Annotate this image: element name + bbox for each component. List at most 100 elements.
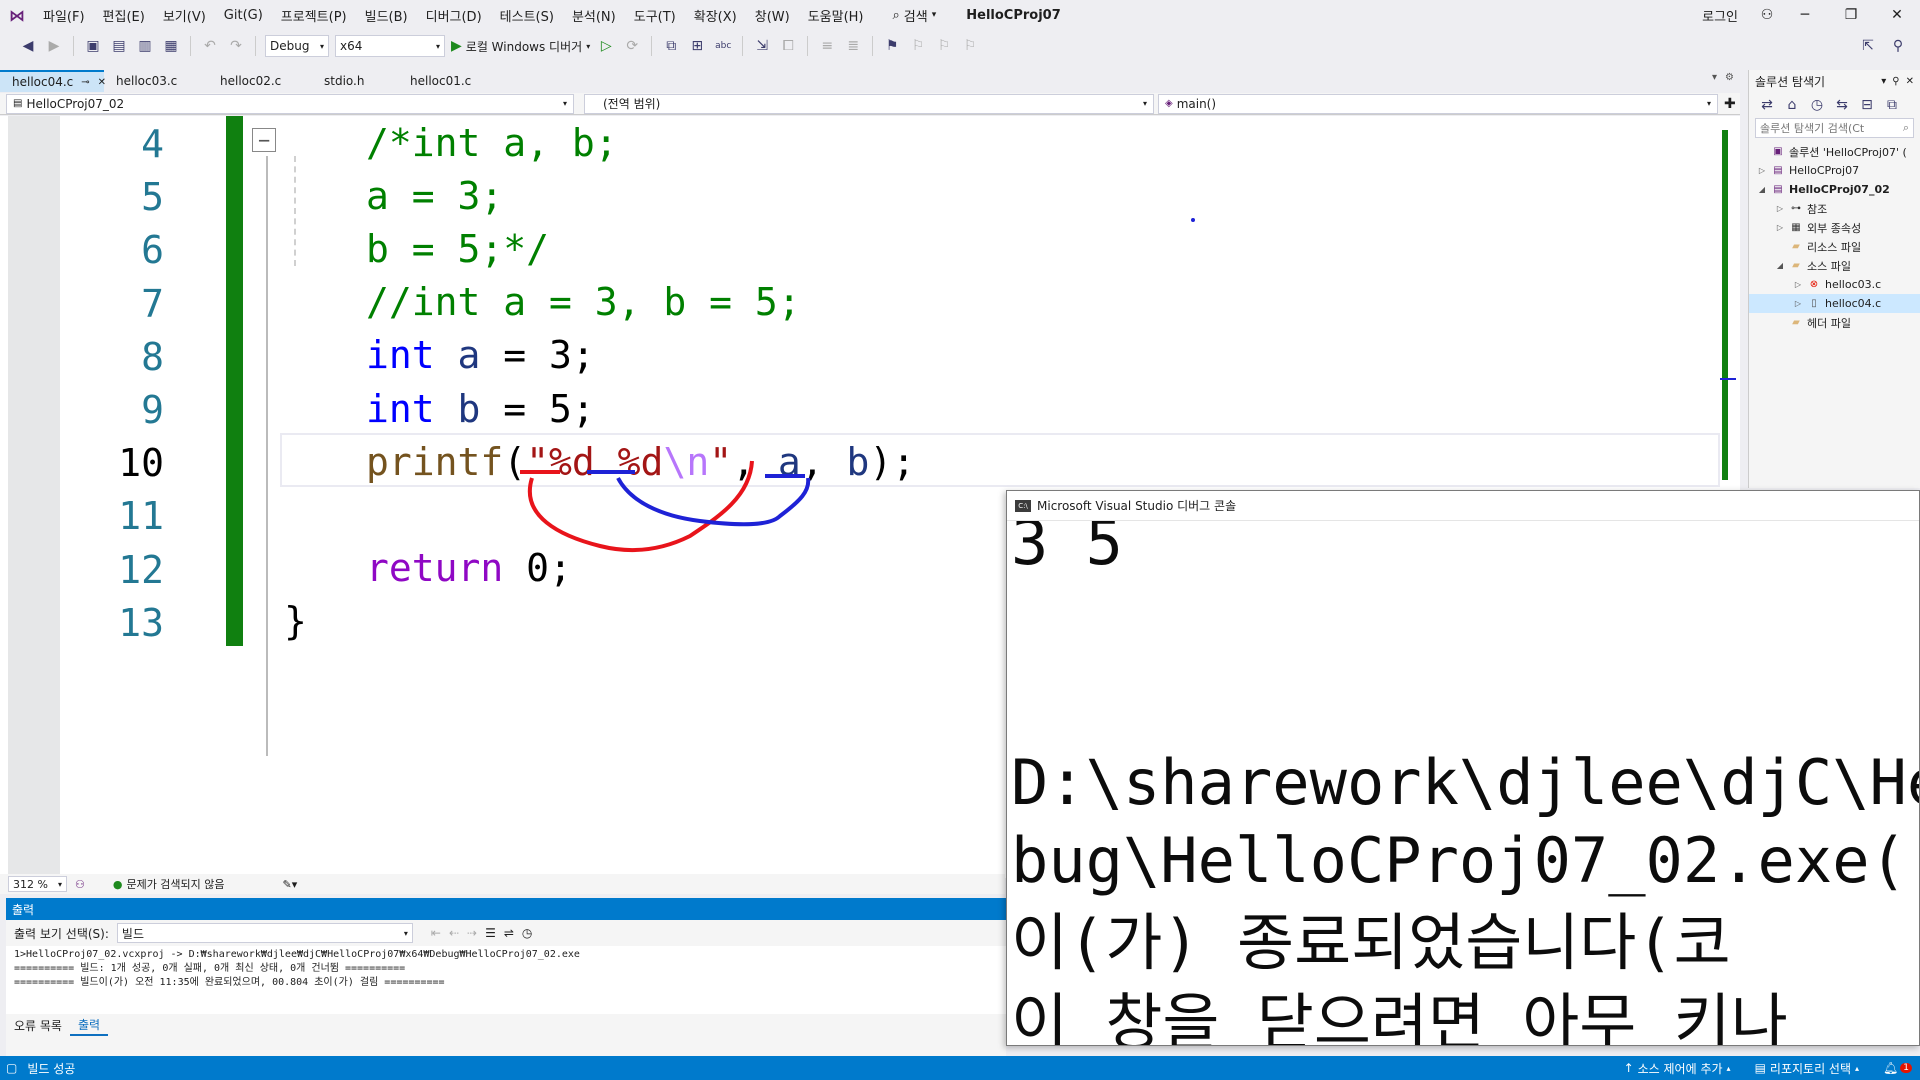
restore-button[interactable]: ❐ (1828, 7, 1874, 23)
pin-icon[interactable]: ⊸ (81, 77, 89, 88)
gear-icon[interactable]: ⚙ (1725, 72, 1734, 83)
menu-item[interactable]: 파일(F) (34, 0, 94, 30)
clear-all-icon[interactable]: ☰ (485, 926, 496, 940)
new-project-icon[interactable]: ▣ (83, 36, 103, 56)
pane-tab-error-list[interactable]: 오류 목록 (6, 1014, 70, 1036)
tab-stdio-h[interactable]: stdio.h (312, 70, 398, 92)
start-debugging-button[interactable]: ▶ 로컬 Windows 디버거 ▾ (451, 38, 590, 55)
pending-changes-icon[interactable]: ◷ (1807, 95, 1827, 115)
login-link[interactable]: 로그인 (1702, 6, 1738, 25)
word-wrap-icon[interactable]: ⇌ (504, 926, 514, 940)
tree-item[interactable]: ▷ ▦ 외부 종속성 (1749, 218, 1920, 237)
console-output[interactable]: 3 5 D:\sharework\djlee\djC\He bug\HelloCPr… (1007, 521, 1919, 1045)
solution-search-input[interactable]: 솔루션 탐색기 검색(Ct ⌕ (1755, 118, 1914, 138)
tree-item[interactable]: ▣ 솔루션 'HelloCProj07' ( (1749, 142, 1920, 161)
sync-icon[interactable]: ⇆ (1832, 95, 1852, 115)
spell-check-icon[interactable]: abc (713, 36, 733, 56)
prev-message-icon[interactable]: ⇠ (449, 926, 459, 940)
code-cleanup-icon[interactable]: ✎▾ (283, 878, 298, 891)
menu-item[interactable]: 보기(V) (154, 0, 215, 30)
start-without-debugging-icon[interactable]: ▷ (596, 36, 616, 56)
collapse-all-icon[interactable]: ⊟ (1857, 95, 1877, 115)
tree-item[interactable]: ◢ ▰ 소스 파일 (1749, 256, 1920, 275)
layout-icon[interactable]: ⊞ (687, 36, 707, 56)
collapse-arrow-icon[interactable]: ◢ (1757, 185, 1767, 194)
forward-icon[interactable]: ▶ (44, 36, 64, 56)
menu-item[interactable]: 도구(T) (625, 0, 685, 30)
close-icon[interactable]: ✕ (1906, 76, 1914, 87)
step-icon[interactable]: ⇲ (752, 36, 772, 56)
scope-navigation-select[interactable]: (전역 범위) ▾ (584, 93, 1154, 114)
notifications-button[interactable]: 🔔︎ 1 (1883, 1061, 1912, 1075)
expand-arrow-icon[interactable]: ▷ (1793, 280, 1803, 289)
uncomment-icon[interactable]: ≣ (843, 36, 863, 56)
solution-configuration-select[interactable]: Debug ▾ (265, 35, 329, 57)
expand-arrow-icon[interactable]: ▷ (1793, 299, 1803, 308)
clear-bookmarks-icon[interactable]: ⚐ (960, 36, 980, 56)
pane-tab-output[interactable]: 출력 (69, 1014, 109, 1036)
expand-arrow-icon[interactable]: ▷ (1775, 223, 1785, 232)
clock-icon[interactable]: ◷ (522, 926, 532, 940)
window-icon[interactable]: ⧠ (778, 36, 798, 56)
output-source-select[interactable]: 빌드 ▾ (116, 923, 413, 943)
next-bookmark-icon[interactable]: ⚐ (934, 36, 954, 56)
minimize-button[interactable]: ─ (1782, 7, 1828, 23)
toolbox-icon[interactable]: ⧉ (661, 36, 681, 56)
pin-icon[interactable]: ⚲ (1892, 76, 1899, 87)
live-share-icon[interactable]: ⚇ (75, 878, 85, 891)
share-icon[interactable]: ⇱ (1858, 36, 1878, 56)
menu-item[interactable]: 빌드(B) (356, 0, 417, 30)
tree-item[interactable]: ▰ 헤더 파일 (1749, 313, 1920, 332)
switch-views-icon[interactable]: ⇄ (1757, 95, 1777, 115)
visual-studio-logo-icon[interactable]: ⋈ (0, 0, 34, 30)
menu-item[interactable]: 분석(N) (563, 0, 625, 30)
next-message-icon[interactable]: ⇢ (467, 926, 477, 940)
project-navigation-select[interactable]: ▤ HelloCProj07_02 ▾ (6, 93, 574, 114)
tab-helloc01-c[interactable]: helloc01.c (398, 70, 498, 92)
output-text[interactable]: 1>HelloCProj07_02.vcxproj -> D:₩sharewor… (6, 946, 1006, 1014)
close-window-button[interactable]: ✕ (1874, 7, 1920, 23)
add-to-source-control-button[interactable]: ↑ 소스 제어에 추가 ▴ (1624, 1060, 1731, 1077)
home-icon[interactable]: ⌂ (1782, 95, 1802, 115)
tree-item[interactable]: ▷ ▯ helloc04.c (1749, 294, 1920, 313)
collapse-arrow-icon[interactable]: ◢ (1775, 261, 1785, 270)
select-repository-button[interactable]: ▤ 리포지토리 선택 ▴ (1755, 1060, 1859, 1077)
tab-dropdown-icon[interactable]: ▾ (1712, 72, 1717, 83)
search-button[interactable]: ⌕ 검색 ▾ (885, 6, 945, 25)
function-navigation-select[interactable]: ◈ main() ▾ (1158, 93, 1718, 114)
menu-item[interactable]: 확장(X) (685, 0, 746, 30)
zoom-select[interactable]: 312 % ▾ (8, 876, 67, 892)
split-editor-icon[interactable]: ✚ (1724, 96, 1736, 112)
tree-item[interactable]: ▰ 리소스 파일 (1749, 237, 1920, 256)
chevron-down-icon[interactable]: ▾ (1881, 76, 1886, 87)
debug-console-window[interactable]: C:\ Microsoft Visual Studio 디버그 콘솔 3 5 D:… (1006, 490, 1920, 1046)
tree-item[interactable]: ◢ ▤ HelloCProj07_02 (1749, 180, 1920, 199)
save-all-icon[interactable]: ▦ (161, 36, 181, 56)
comment-icon[interactable]: ≡ (817, 36, 837, 56)
hot-reload-icon[interactable]: ⟳ (622, 36, 642, 56)
undo-icon[interactable]: ↶ (200, 36, 220, 56)
bookmark-icon[interactable]: ⚑ (882, 36, 902, 56)
menu-item[interactable]: 도움말(H) (799, 0, 873, 30)
pin-icon[interactable]: ⚲ (1888, 36, 1908, 56)
console-title-bar[interactable]: C:\ Microsoft Visual Studio 디버그 콘솔 (1007, 491, 1919, 521)
expand-arrow-icon[interactable]: ▷ (1757, 166, 1767, 175)
tab-helloc03-c[interactable]: helloc03.c (104, 70, 208, 92)
solution-platform-select[interactable]: x64 ▾ (335, 35, 445, 57)
menu-item[interactable]: 테스트(S) (491, 0, 563, 30)
tree-item[interactable]: ▷ ⊗ helloc03.c (1749, 275, 1920, 294)
scrollbar-change-indicator[interactable] (1722, 130, 1728, 480)
issues-indicator[interactable]: ● 문제가 검색되지 않음 (113, 876, 225, 892)
menu-item[interactable]: Git(G) (215, 0, 272, 30)
show-all-files-icon[interactable]: ⧉ (1882, 95, 1902, 115)
menu-item[interactable]: 편집(E) (94, 0, 154, 30)
open-folder-icon[interactable]: ▤ (109, 36, 129, 56)
tab-helloc04-c[interactable]: helloc04.c ⊸ ✕ (0, 70, 106, 92)
feedback-icon[interactable]: ⚇ (1752, 7, 1782, 23)
menu-item[interactable]: 창(W) (746, 0, 799, 30)
prev-bookmark-icon[interactable]: ⚐ (908, 36, 928, 56)
tree-item[interactable]: ▷ ▤ HelloCProj07 (1749, 161, 1920, 180)
redo-icon[interactable]: ↷ (226, 36, 246, 56)
tree-item[interactable]: ▷ ⊶ 참조 (1749, 199, 1920, 218)
find-message-icon[interactable]: ⇤ (431, 926, 441, 940)
